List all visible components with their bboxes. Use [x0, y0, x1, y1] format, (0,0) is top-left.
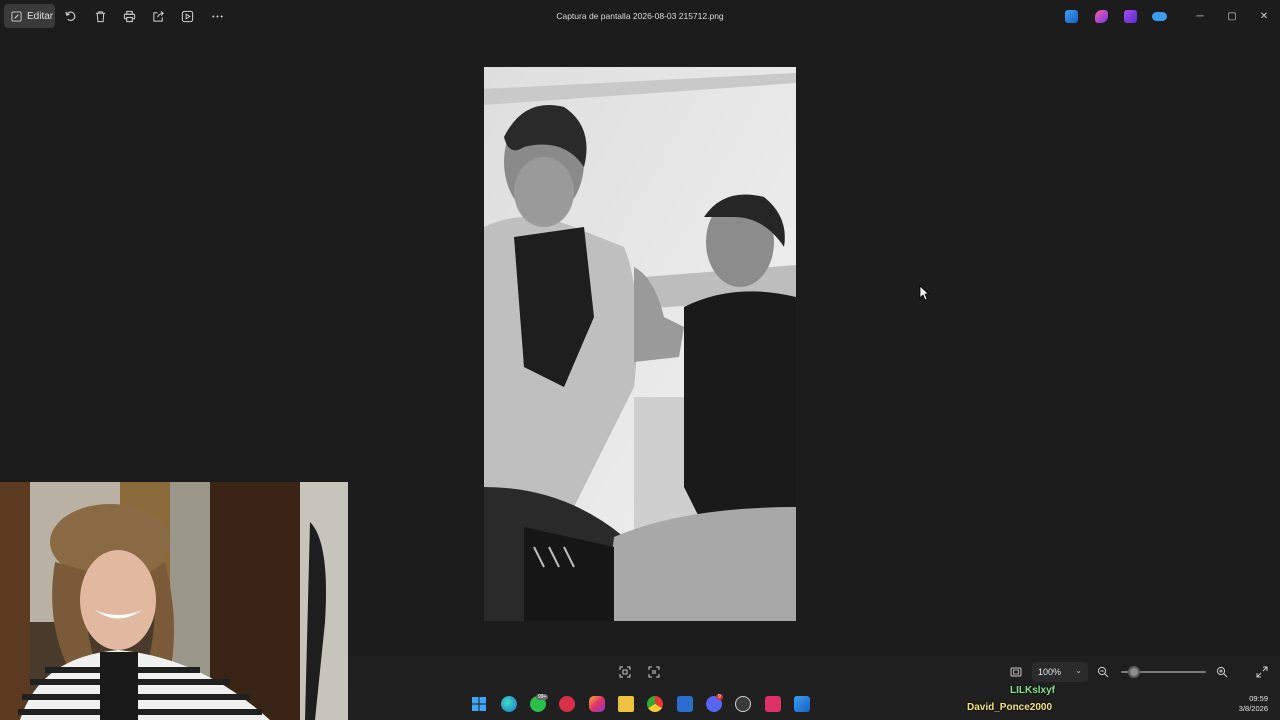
system-clock[interactable]: 09:59 3/8/2026 [1228, 694, 1268, 714]
webcam-overlay [0, 482, 348, 720]
outlook-icon[interactable] [677, 696, 693, 712]
photos-icon[interactable] [1065, 10, 1078, 23]
whatsapp-badge: 99+ [536, 694, 549, 700]
discord-badge: 9 [716, 694, 723, 700]
app-icon[interactable] [735, 696, 751, 712]
viewer-bottom-bar: 100% ⌄ [348, 656, 1280, 688]
print-icon[interactable] [121, 8, 137, 24]
visual-search-icon[interactable] [646, 664, 662, 680]
more-icon[interactable] [209, 8, 225, 24]
windows-start-icon[interactable] [471, 696, 487, 712]
zoom-slider-thumb[interactable] [1127, 666, 1140, 678]
mouse-cursor-icon [919, 285, 929, 301]
edit-icon [11, 10, 22, 22]
chevron-down-icon: ⌄ [1075, 666, 1082, 675]
tiktok-icon[interactable] [765, 696, 781, 712]
delete-icon[interactable] [92, 8, 108, 24]
clipchamp-icon[interactable] [1095, 10, 1108, 23]
media-player-icon[interactable] [559, 696, 575, 712]
clock-time: 09:59 [1249, 694, 1268, 703]
rotate-icon[interactable] [62, 8, 78, 24]
displayed-photo[interactable] [484, 67, 796, 621]
taskbar [348, 688, 1280, 720]
edge-icon[interactable] [501, 696, 517, 712]
share-icon[interactable] [150, 8, 166, 24]
chat-username: David_Ponce2000 [967, 702, 1053, 713]
full-screen-icon[interactable] [1254, 664, 1270, 680]
video-editor-icon[interactable] [1124, 10, 1137, 23]
photos-app-window: Editar Captura de pantalla 2026-08-03 21… [0, 0, 1280, 720]
clock-date: 3/8/2026 [1238, 704, 1268, 713]
actual-size-icon[interactable] [1008, 664, 1024, 680]
chrome-icon[interactable] [647, 696, 663, 712]
photos-taskbar-icon[interactable] [794, 696, 810, 712]
close-button[interactable]: ✕ [1256, 8, 1272, 24]
zoom-out-icon[interactable] [1095, 664, 1111, 680]
zoom-in-icon[interactable] [1214, 664, 1230, 680]
slideshow-icon[interactable] [179, 8, 195, 24]
file-explorer-icon[interactable] [618, 696, 634, 712]
zoom-dropdown[interactable]: 100% ⌄ [1032, 662, 1088, 682]
chat-username: LILKslxyf [1010, 685, 1056, 696]
instagram-icon[interactable] [589, 696, 605, 712]
edit-button[interactable]: Editar [4, 4, 55, 28]
onedrive-icon[interactable] [1152, 12, 1167, 21]
fit-to-screen-icon[interactable] [617, 664, 633, 680]
maximize-button[interactable]: ▢ [1224, 8, 1240, 24]
top-toolbar: Editar Captura de pantalla 2026-08-03 21… [0, 0, 1280, 34]
edit-button-label: Editar [27, 10, 54, 22]
zoom-level-label: 100% [1038, 667, 1062, 677]
minimize-button[interactable]: ─ [1192, 8, 1208, 24]
